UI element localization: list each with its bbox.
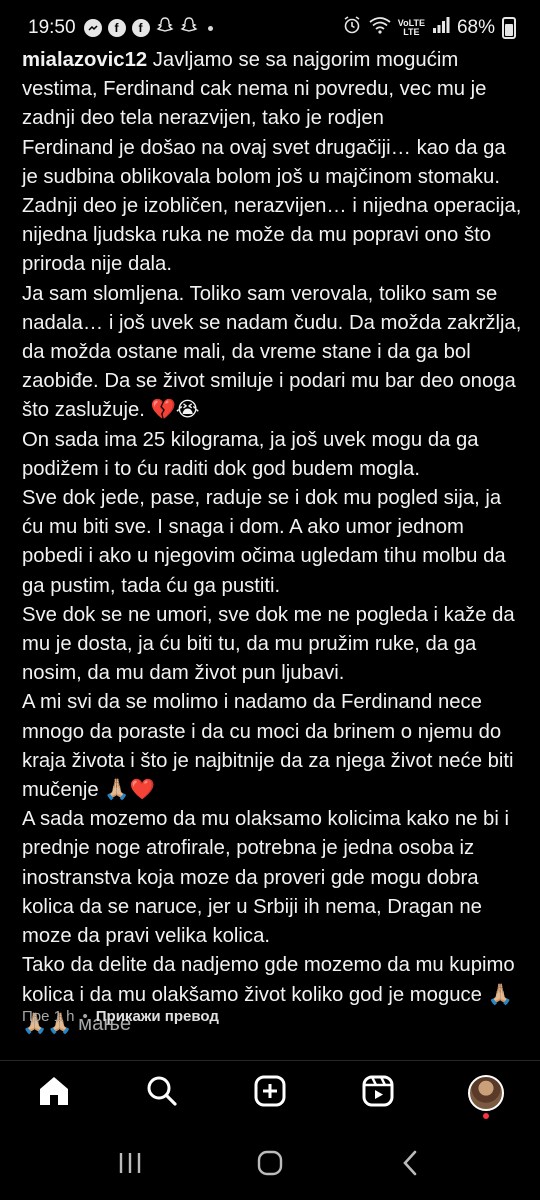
volte-indicator: VoLTE LTE — [398, 19, 425, 37]
back-icon — [400, 1149, 420, 1182]
lte-label: LTE — [403, 27, 420, 37]
post-meta: Пре 1 h • Прикажи превод — [22, 1008, 219, 1025]
notification-icons: f f — [83, 16, 213, 40]
status-left: 19:50 f f — [28, 16, 213, 40]
nav-reels[interactable] — [348, 1063, 408, 1123]
signal-icon — [432, 16, 450, 40]
nav-create[interactable] — [240, 1063, 300, 1123]
more-notifications-dot — [207, 25, 213, 31]
see-translation-button[interactable]: Прикажи превод — [96, 1008, 219, 1025]
home-button-icon — [256, 1149, 284, 1182]
reels-icon — [360, 1073, 396, 1114]
create-icon — [252, 1073, 288, 1114]
notification-dot — [483, 1113, 489, 1119]
home-icon — [36, 1073, 72, 1114]
post-caption: mialazovic12 Javljamo se sa najgorim mog… — [22, 46, 522, 1039]
recent-apps-button[interactable] — [100, 1140, 160, 1190]
facebook-icon: f — [107, 19, 126, 37]
messenger-icon — [83, 19, 102, 37]
username-link[interactable]: mialazovic12 — [22, 49, 147, 71]
snapchat-icon — [155, 16, 174, 40]
bottom-nav — [0, 1060, 540, 1125]
status-right: VoLTE LTE 68% — [342, 15, 516, 41]
nav-home[interactable] — [24, 1063, 84, 1123]
nav-profile[interactable] — [456, 1063, 516, 1123]
recent-apps-icon — [116, 1150, 144, 1181]
search-icon — [144, 1073, 180, 1114]
system-nav-bar — [0, 1130, 540, 1200]
system-home-button[interactable] — [240, 1140, 300, 1190]
battery-percent: 68% — [456, 17, 495, 38]
time-ago: Пре 1 h — [22, 1008, 75, 1025]
snapchat-icon — [179, 16, 198, 40]
meta-separator: • — [82, 1008, 88, 1025]
battery-icon — [502, 17, 516, 39]
nav-search[interactable] — [132, 1063, 192, 1123]
facebook-icon: f — [131, 19, 150, 37]
wifi-icon — [369, 16, 391, 40]
profile-avatar — [468, 1075, 504, 1111]
caption-text: Javljamo se sa najgorim mogućim vestima,… — [22, 49, 522, 1035]
clock: 19:50 — [28, 17, 76, 38]
alarm-icon — [342, 15, 362, 41]
back-button[interactable] — [380, 1140, 440, 1190]
